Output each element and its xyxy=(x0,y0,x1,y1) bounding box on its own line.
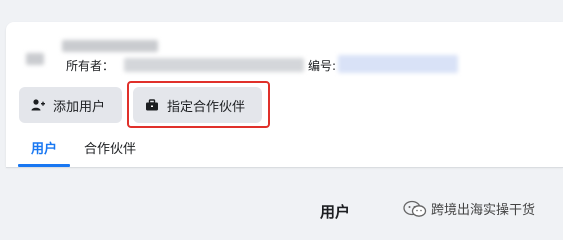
watermark: 跨境出海实操干货 xyxy=(403,199,535,218)
redacted-id-value xyxy=(338,55,458,73)
tabs-divider xyxy=(6,167,563,168)
assign-partner-button[interactable]: 指定合作伙伴 xyxy=(133,87,262,123)
owner-label-text: 所有者： xyxy=(66,59,115,73)
owner-label: 所有者： xyxy=(66,57,114,74)
add-user-button[interactable]: 添加用户 xyxy=(19,87,122,123)
briefcase-icon xyxy=(145,98,159,112)
assign-partner-label: 指定合作伙伴 xyxy=(167,99,246,115)
wechat-icon xyxy=(403,200,427,218)
tab-users[interactable]: 用户 xyxy=(31,138,57,157)
redacted-avatar xyxy=(26,53,44,65)
id-label: 编号: xyxy=(308,57,336,74)
watermark-text: 跨境出海实操干货 xyxy=(431,203,536,218)
add-user-label: 添加用户 xyxy=(53,99,106,115)
person-add-icon xyxy=(31,98,45,112)
redacted-business-name xyxy=(62,40,158,52)
section-title: 用户 xyxy=(320,203,351,221)
redacted-owner-value xyxy=(124,58,304,72)
id-label-text: 编号: xyxy=(308,59,337,73)
tab-partners[interactable]: 合作伙伴 xyxy=(84,138,136,157)
